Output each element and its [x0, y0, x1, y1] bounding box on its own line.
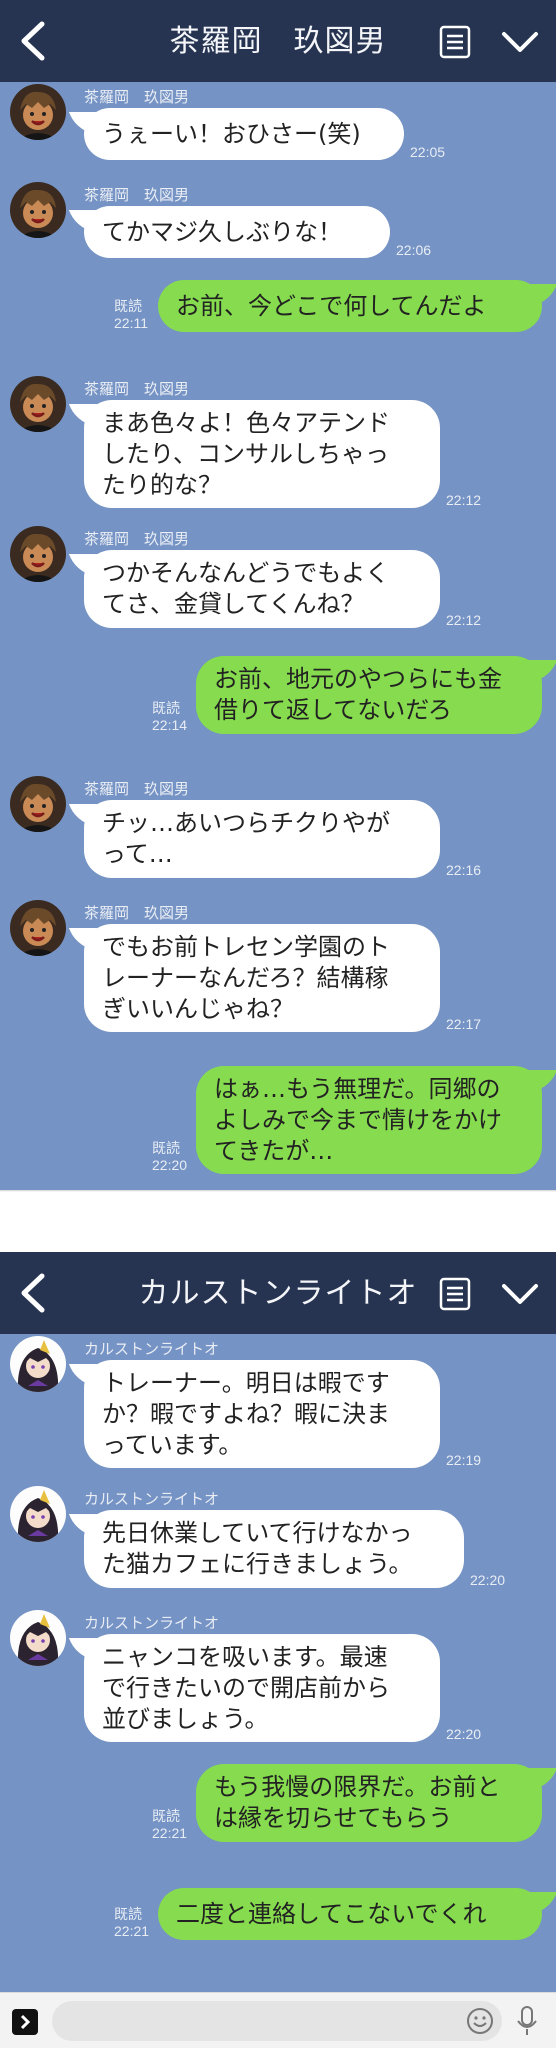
sender-name: 茶羅岡 玖図男 [84, 905, 190, 922]
message-time: 22:20 [152, 1157, 188, 1173]
message-row: カルストンライトオ先日休業していて行けなかっ た猫カフェに行きましょう。 22:2… [0, 1486, 556, 1588]
message-row: もう我慢の限界だ。お前と は縁を切らせてもらう 既読 22:21 [0, 1764, 556, 1852]
sender-name: 茶羅岡 玖図男 [84, 187, 190, 204]
message-row: お前、今どこで何してんだよ 既読 22:11 [0, 280, 556, 342]
read-label: 既読 [152, 700, 180, 716]
message-time: 22:06 [396, 242, 432, 258]
message-time: 22:11 [114, 315, 148, 331]
avatar[interactable] [10, 182, 66, 238]
message-row: 茶羅岡 玖図男てかマジ久しぶりな！ 22:06 [0, 182, 556, 258]
read-status: 既読 22:21 [114, 1906, 149, 1940]
message-bubble[interactable]: ニャンコを吸います。最速 で行きたいので開店前から 並びましょう。 [84, 1634, 440, 1742]
message-time: 22:14 [152, 717, 188, 733]
chat-header: カルストンライトオ [0, 1252, 556, 1334]
message-bubble[interactable]: てかマジ久しぶりな！ [84, 206, 390, 258]
message-text: お前、地元のやつらにも金 借りて返してないだろ [214, 665, 502, 724]
avatar[interactable] [10, 900, 66, 956]
read-status: 既読 22:20 [152, 1140, 187, 1174]
chat-panel-1: 茶羅岡 玖図男 茶羅岡 玖図男 うぇーい！おひさー(笑) 22:05 茶羅岡 玖図男て… [0, 0, 556, 1192]
read-label: 既読 [114, 1906, 142, 1922]
avatar[interactable] [10, 84, 66, 140]
message-text: つかそんなんどうでもよく てさ、金貸してくんね？ [102, 559, 390, 618]
message-text: てかマジ久しぶりな！ [102, 217, 342, 246]
sender-name: 茶羅岡 玖図男 [84, 531, 190, 548]
avatar[interactable] [10, 1486, 66, 1542]
message-bubble[interactable]: まあ色々よ！色々アテンド したり、コンサルしちゃっ たり的な？ [84, 400, 440, 508]
sender-name: カルストンライトオ [84, 1491, 220, 1508]
message-text: もう我慢の限界だ。お前と は縁を切らせてもらう [214, 1773, 501, 1832]
message-time: 22:05 [410, 144, 446, 160]
read-status: 既読 22:21 [152, 1808, 187, 1842]
emoji-icon[interactable] [466, 2007, 494, 2035]
sender-name: カルストンライトオ [84, 1615, 220, 1632]
read-label: 既読 [152, 1140, 180, 1156]
plus-icon[interactable] [12, 2009, 38, 2035]
message-row: カルストンライトオニャンコを吸います。最速 で行きたいので開店前から 並びましょ… [0, 1610, 556, 1742]
sender-name: 茶羅岡 玖図男 [84, 89, 190, 106]
input-bar [0, 1992, 556, 2048]
message-bubble[interactable]: お前、今どこで何してんだよ [158, 280, 542, 332]
message-text: でもお前トレセン学園のト レーナーなんだろ？結構稼 ぎいいんじゃね？ [102, 932, 390, 1023]
message-time: 22:20 [446, 1726, 482, 1742]
message-time: 22:16 [446, 862, 482, 878]
message-text: 二度と連絡してこないでくれ [176, 1899, 487, 1928]
message-bubble[interactable]: 二度と連絡してこないでくれ [158, 1888, 542, 1940]
sender-name: 茶羅岡 玖図男 [84, 381, 190, 398]
message-row: 茶羅岡 玖図男うぇーい！おひさー(笑) 22:05 [0, 84, 556, 160]
message-bubble[interactable]: でもお前トレセン学園のト レーナーなんだろ？結構稼 ぎいいんじゃね？ [84, 924, 440, 1032]
read-status: 既読 22:11 [114, 298, 148, 332]
menu-icon[interactable] [437, 24, 473, 60]
message-row: 茶羅岡 玖図男つかそんなんどうでもよく てさ、金貸してくんね？ 22:12 [0, 526, 556, 628]
avatar[interactable] [10, 776, 66, 832]
message-time: 22:12 [446, 612, 482, 628]
message-text: うぇーい！おひさー(笑) [102, 119, 361, 148]
message-time: 22:21 [114, 1923, 150, 1939]
message-row: 茶羅岡 玖図男まあ色々よ！色々アテンド したり、コンサルしちゃっ たり的な？ 22… [0, 376, 556, 508]
chevron-down-icon[interactable] [500, 28, 540, 56]
message-text: チッ…あいつらチクりやが って… [102, 809, 390, 868]
message-bubble[interactable]: うぇーい！おひさー(笑) [84, 108, 404, 160]
message-text: はぁ…もう無理だ。同郷の よしみで今まで情けをかけ てきたが… [214, 1074, 502, 1165]
read-label: 既読 [114, 298, 142, 314]
message-text: ニャンコを吸います。最速 で行きたいので開店前から 並びましょう。 [102, 1642, 390, 1733]
message-bubble[interactable]: チッ…あいつらチクりやが って… [84, 800, 440, 878]
sender-name: カルストンライトオ [84, 1341, 220, 1358]
message-time: 22:21 [152, 1825, 188, 1841]
message-row: 茶羅岡 玖図男チッ…あいつらチクりやが って… 22:16 [0, 776, 556, 878]
mic-icon[interactable] [516, 2005, 538, 2037]
chevron-down-icon[interactable] [500, 1280, 540, 1308]
message-time: 22:12 [446, 492, 482, 508]
sender-name: 茶羅岡 玖図男 [84, 781, 190, 798]
message-time: 22:19 [446, 1452, 482, 1468]
message-bubble[interactable]: もう我慢の限界だ。お前と は縁を切らせてもらう [196, 1764, 542, 1842]
message-time: 22:20 [470, 1572, 506, 1588]
message-row: はぁ…もう無理だ。同郷の よしみで今まで情けをかけ てきたが… 既読 22:20 [0, 1066, 556, 1184]
message-row: 茶羅岡 玖図男でもお前トレセン学園のト レーナーなんだろ？結構稼 ぎいいんじゃね… [0, 900, 556, 1032]
message-row: お前、地元のやつらにも金 借りて返してないだろ 既読 22:14 [0, 656, 556, 744]
read-label: 既読 [152, 1808, 180, 1824]
message-text: 先日休業していて行けなかっ た猫カフェに行きましょう。 [102, 1519, 413, 1578]
avatar[interactable] [10, 376, 66, 432]
message-text: トレーナー。明日は暇です か？暇ですよね？暇に決ま っています。 [102, 1368, 390, 1459]
message-bubble[interactable]: 先日休業していて行けなかっ た猫カフェに行きましょう。 [84, 1510, 464, 1588]
message-row: 二度と連絡してこないでくれ 既読 22:21 [0, 1888, 556, 1950]
message-input[interactable] [52, 2001, 502, 2041]
avatar[interactable] [10, 1610, 66, 1666]
message-time: 22:17 [446, 1016, 482, 1032]
message-text: まあ色々よ！色々アテンド したり、コンサルしちゃっ たり的な？ [102, 408, 390, 499]
message-bubble[interactable]: トレーナー。明日は暇です か？暇ですよね？暇に決ま っています。 [84, 1360, 440, 1468]
message-bubble[interactable]: はぁ…もう無理だ。同郷の よしみで今まで情けをかけ てきたが… [196, 1066, 542, 1174]
message-row: カルストンライトオトレーナー。明日は暇です か？暇ですよね？暇に決ま っています… [0, 1336, 556, 1468]
read-status: 既読 22:14 [152, 700, 187, 734]
chat-panel-2: カルストンライトオ カルストンライトオトレーナー。明日は暇です か？暇ですよね？… [0, 1252, 556, 2048]
chat-header: 茶羅岡 玖図男 [0, 0, 556, 82]
message-bubble[interactable]: つかそんなんどうでもよく てさ、金貸してくんね？ [84, 550, 440, 628]
message-text: お前、今どこで何してんだよ [176, 291, 487, 320]
message-bubble[interactable]: お前、地元のやつらにも金 借りて返してないだろ [196, 656, 542, 734]
input-bar [0, 1190, 556, 1192]
avatar[interactable] [10, 1336, 66, 1392]
avatar[interactable] [10, 526, 66, 582]
menu-icon[interactable] [437, 1276, 473, 1312]
